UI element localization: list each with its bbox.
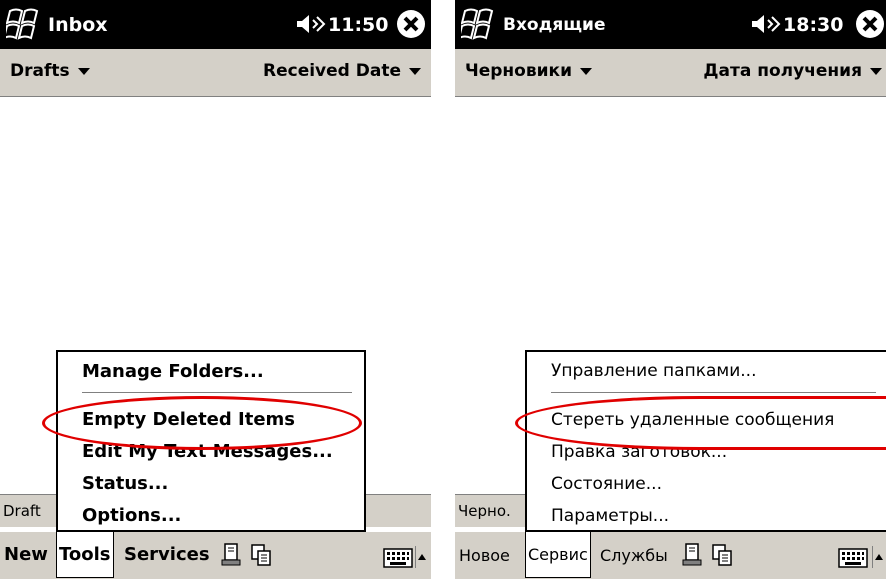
- pocketpc-screen-english: Inbox 11:50 Drafts Received Date Draft N…: [0, 0, 431, 579]
- services-menu-button[interactable]: Services: [124, 544, 210, 565]
- menu-item-status[interactable]: Status...: [82, 473, 168, 494]
- dropdown-arrow-icon: [77, 67, 90, 75]
- tools-menu-button[interactable]: Tools: [56, 532, 114, 578]
- sort-dropdown[interactable]: Received Date: [263, 61, 421, 81]
- menu-item-empty-deleted-items[interactable]: Стереть удаленные сообщения: [551, 410, 834, 430]
- command-bar: Новое Сервис Службы: [455, 530, 886, 579]
- menu-item-edit-text-messages[interactable]: Правка заготовок...: [551, 442, 727, 462]
- windows-start-icon[interactable]: [461, 5, 497, 43]
- tools-menu-button[interactable]: Сервис: [525, 532, 591, 578]
- menu-item-options[interactable]: Options...: [82, 505, 181, 526]
- keyboard-icon[interactable]: [838, 548, 868, 568]
- sync-icon[interactable]: [220, 542, 242, 568]
- speaker-icon[interactable]: [295, 12, 327, 36]
- menu-item-manage-folders[interactable]: Управление папками...: [551, 361, 756, 381]
- new-button[interactable]: New: [4, 544, 48, 565]
- attachment-icon[interactable]: [250, 542, 272, 568]
- folder-dropdown-label: Черновики: [465, 61, 572, 81]
- services-menu-button[interactable]: Службы: [600, 546, 668, 565]
- dropdown-arrow-icon: [579, 67, 592, 75]
- windows-start-icon[interactable]: [6, 5, 42, 43]
- sort-dropdown[interactable]: Дата получения: [703, 61, 882, 81]
- sip-arrow-icon[interactable]: [872, 546, 885, 568]
- sort-dropdown-label: Дата получения: [703, 61, 862, 81]
- menu-item-status[interactable]: Состояние...: [551, 474, 662, 494]
- tools-popup-menu: Manage Folders... Empty Deleted Items Ed…: [56, 350, 366, 532]
- sip-arrow-icon[interactable]: [415, 546, 428, 568]
- status-text: Черно.: [458, 502, 511, 520]
- app-title: Inbox: [48, 14, 108, 36]
- app-title: Входящие: [503, 15, 606, 35]
- speaker-icon[interactable]: [750, 12, 782, 36]
- menu-item-empty-deleted-items[interactable]: Empty Deleted Items: [82, 409, 295, 430]
- menu-item-options[interactable]: Параметры...: [551, 506, 669, 526]
- menu-separator: [82, 392, 352, 394]
- clock-time[interactable]: 11:50: [328, 14, 388, 36]
- close-icon[interactable]: [855, 9, 885, 39]
- clock-time[interactable]: 18:30: [783, 14, 843, 36]
- command-bar: New Tools Services: [0, 530, 431, 579]
- folder-dropdown[interactable]: Drafts: [10, 61, 90, 81]
- status-text: Draft: [3, 502, 41, 520]
- title-bar: Inbox 11:50: [0, 0, 431, 49]
- navigation-bar: Черновики Дата получения: [455, 49, 886, 97]
- sort-dropdown-label: Received Date: [263, 61, 401, 81]
- menu-separator: [551, 392, 876, 394]
- dropdown-arrow-icon: [870, 67, 882, 75]
- keyboard-icon[interactable]: [383, 548, 413, 568]
- close-icon[interactable]: [396, 9, 426, 39]
- navigation-bar: Drafts Received Date: [0, 49, 431, 97]
- tools-popup-menu: Управление папками... Стереть удаленные …: [525, 350, 886, 532]
- title-bar: Входящие 18:30: [455, 0, 886, 49]
- menu-item-edit-text-messages[interactable]: Edit My Text Messages...: [82, 441, 333, 462]
- folder-dropdown-label: Drafts: [10, 61, 70, 81]
- new-button[interactable]: Новое: [459, 546, 510, 565]
- pocketpc-screen-russian: Входящие 18:30 Черновики Дата получения …: [455, 0, 886, 579]
- menu-item-manage-folders[interactable]: Manage Folders...: [82, 361, 264, 382]
- attachment-icon[interactable]: [711, 542, 733, 568]
- folder-dropdown[interactable]: Черновики: [465, 61, 592, 81]
- sync-icon[interactable]: [681, 542, 703, 568]
- dropdown-arrow-icon: [409, 67, 421, 75]
